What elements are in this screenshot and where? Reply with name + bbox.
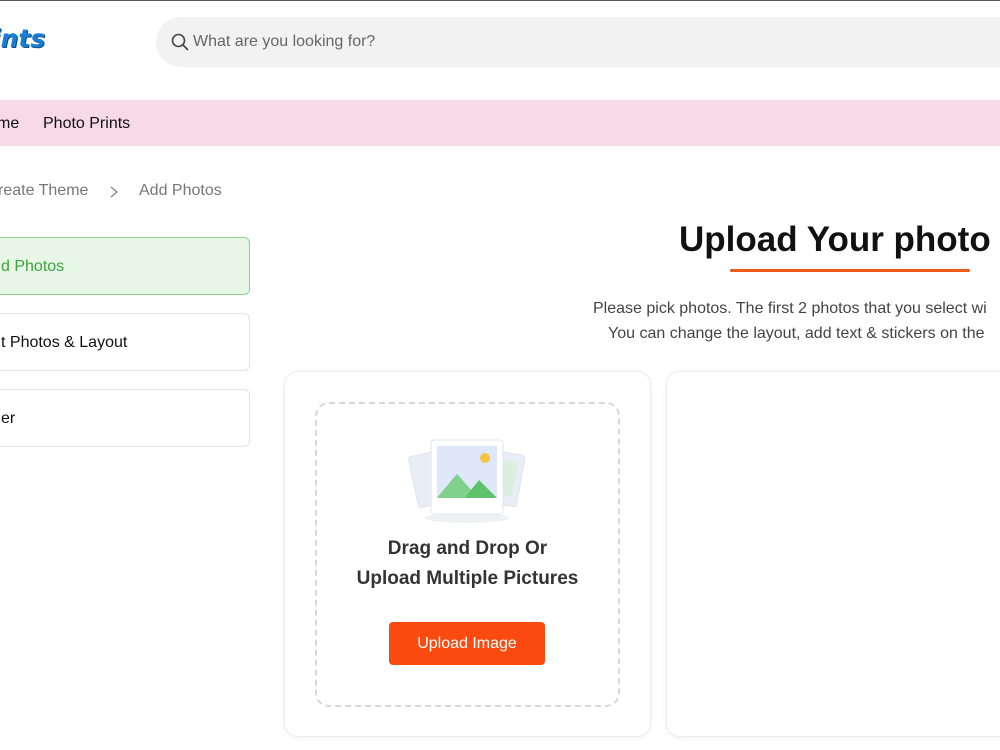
nav-item-photo-prints[interactable]: Photo Prints (43, 115, 130, 133)
page-title: Upload Your photo (679, 220, 991, 259)
step-add-photos[interactable]: d Photos (0, 237, 250, 295)
main-nav: me Photo Prints (0, 100, 1000, 146)
upload-image-button[interactable]: Upload Image (389, 622, 545, 665)
description-line-2: You can change the layout, add text & st… (608, 325, 985, 342)
search-icon[interactable] (171, 33, 189, 51)
step-label: t Photos & Layout (1, 334, 128, 351)
dropzone-line-2: Upload Multiple Pictures (356, 568, 579, 589)
breadcrumb-separator-icon (109, 182, 119, 200)
nav-item-home[interactable]: me (0, 115, 19, 133)
step-order[interactable]: er (0, 389, 250, 447)
site-logo[interactable]: ints (0, 24, 45, 53)
breadcrumb: reate Theme Add Photos (0, 182, 300, 202)
step-label: d Photos (1, 258, 65, 275)
breadcrumb-item-add-photos: Add Photos (139, 182, 222, 199)
step-edit-photos-layout[interactable]: t Photos & Layout (0, 313, 250, 371)
search-bar[interactable] (156, 17, 1000, 67)
dropzone-line-1: Drag and Drop Or (387, 538, 548, 559)
photos-illustration-icon (405, 430, 529, 526)
preview-card (666, 371, 1000, 737)
breadcrumb-item-create-theme[interactable]: reate Theme (0, 182, 88, 200)
title-underline (730, 269, 970, 272)
search-input[interactable] (193, 33, 793, 51)
description-line-1: Please pick photos. The first 2 photos t… (593, 300, 987, 317)
top-border (0, 0, 1000, 1)
step-label: er (1, 410, 16, 427)
